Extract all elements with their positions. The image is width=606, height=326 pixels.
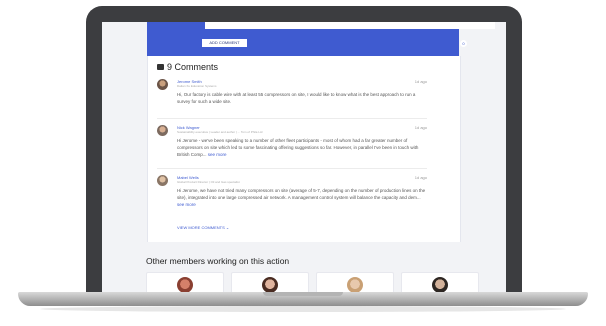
comment-item: Nick Wagner 1d ago Sustainability execut… bbox=[157, 125, 427, 165]
divider bbox=[157, 118, 427, 119]
comments-title-text: 9 Comments bbox=[167, 62, 219, 72]
laptop-shadow bbox=[40, 306, 566, 312]
comments-heading: 9 Comments bbox=[157, 62, 218, 72]
member-avatar bbox=[262, 277, 278, 292]
comment-item: Mabel Wells 1d ago Global Product Direct… bbox=[157, 175, 427, 215]
see-more-link[interactable]: see more bbox=[177, 202, 196, 207]
comment-time: 1d ago bbox=[414, 125, 427, 130]
avatar bbox=[157, 175, 168, 186]
laptop-screen: ADD COMMENT 0 9 Comments Jerome Smith 1d… bbox=[102, 22, 506, 292]
member-card[interactable] bbox=[146, 272, 224, 292]
member-avatar bbox=[432, 277, 448, 292]
chevron-down-icon: ⌄ bbox=[225, 225, 230, 230]
comment-text: Hi, Our factory is cable wire with at le… bbox=[177, 92, 416, 105]
comment-time: 1d ago bbox=[414, 175, 427, 180]
comment-item: Jerome Smith 1d ago Dalian Xu Education … bbox=[157, 79, 427, 119]
add-comment-button[interactable]: ADD COMMENT bbox=[202, 39, 247, 47]
comment-text: Hi Jerome - we've been speaking to a num… bbox=[177, 137, 427, 159]
chat-bubble-icon bbox=[157, 64, 164, 70]
laptop-notch bbox=[263, 292, 343, 296]
comment-composer-banner: ADD COMMENT 0 bbox=[147, 22, 495, 56]
avatar bbox=[157, 79, 168, 90]
members-heading: Other members working on this action bbox=[146, 256, 290, 266]
member-card[interactable] bbox=[401, 272, 479, 292]
comment-input[interactable] bbox=[205, 22, 495, 29]
comment-time: 1d ago bbox=[414, 79, 427, 84]
comment-counter-badge: 0 bbox=[460, 40, 467, 47]
comment-author-role: Sustainability executive | Leader and au… bbox=[177, 130, 263, 134]
comment-text: Hi Jerome, we have not tried many compre… bbox=[177, 187, 427, 209]
see-more-link[interactable]: see more bbox=[208, 152, 227, 157]
member-avatar bbox=[177, 277, 193, 292]
comment-author-role: Global Product Director | Oil and Gas sp… bbox=[177, 180, 240, 184]
view-more-comments-button[interactable]: VIEW MORE COMMENTS ⌄ bbox=[177, 225, 229, 230]
divider bbox=[157, 168, 427, 169]
member-card[interactable] bbox=[316, 272, 394, 292]
view-more-label: VIEW MORE COMMENTS bbox=[177, 225, 225, 230]
comment-body: Hi Jerome, we have not tried many compre… bbox=[177, 188, 426, 201]
member-card[interactable] bbox=[231, 272, 309, 292]
member-avatar bbox=[347, 277, 363, 292]
comment-author-role: Dalian Xu Education Systems bbox=[177, 84, 217, 88]
avatar bbox=[157, 125, 168, 136]
